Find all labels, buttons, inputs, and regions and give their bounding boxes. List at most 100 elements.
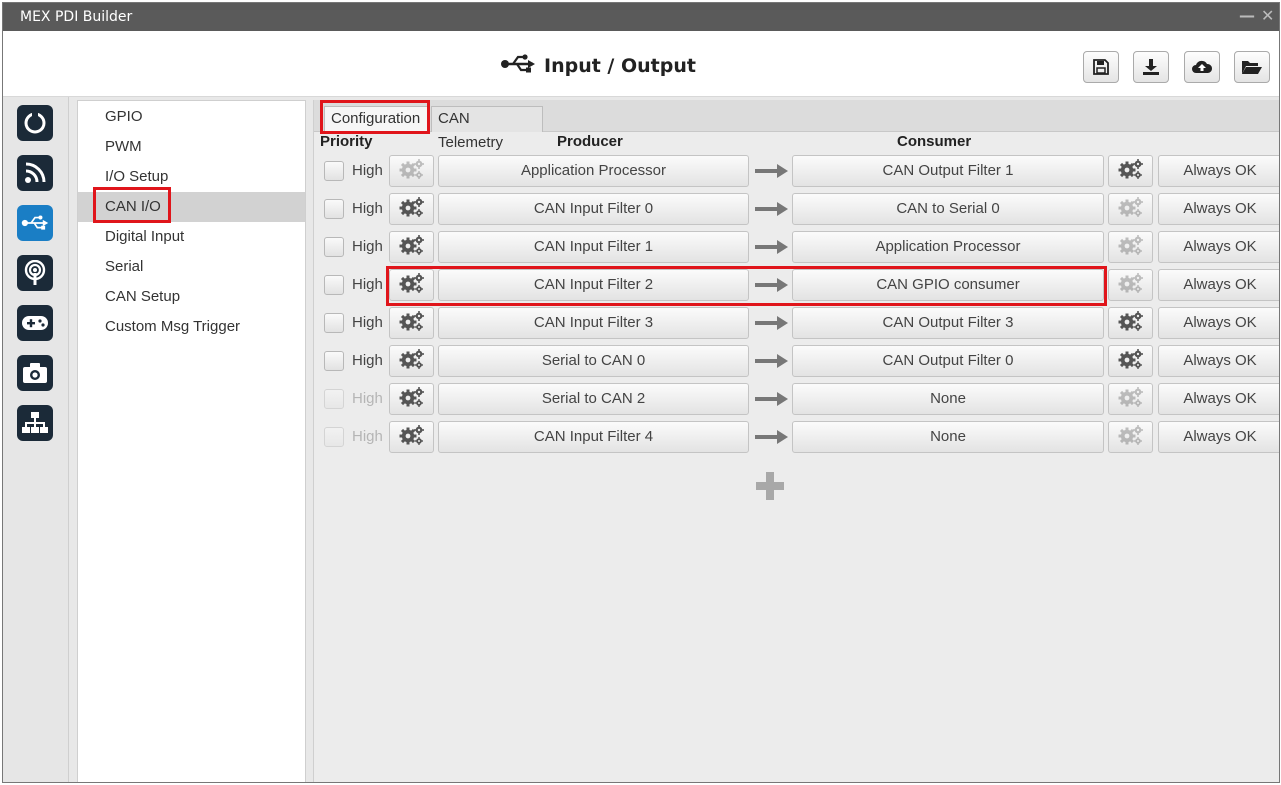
producer-select[interactable]: CAN Input Filter 0 [438,193,749,225]
table-row: High CAN Input Filter 1 Application Proces… [314,231,1279,265]
priority-checkbox[interactable] [324,275,344,295]
status-select[interactable]: Always OK [1158,307,1279,339]
producer-settings-button[interactable] [389,231,434,263]
menu-item-serial[interactable]: Serial [78,252,305,282]
sidebar-network-button[interactable] [17,405,53,441]
menu-item-io-setup[interactable]: I/O Setup [78,162,305,192]
close-button[interactable]: ✕ [1261,6,1274,25]
producer-select[interactable]: Application Processor [438,155,749,187]
status-select[interactable]: Always OK [1158,269,1279,301]
consumer-settings-button[interactable] [1108,421,1153,453]
status-select[interactable]: Always OK [1158,421,1279,453]
usb-icon [500,53,536,79]
status-select[interactable]: Always OK [1158,193,1279,225]
producer-settings-button[interactable] [389,155,434,187]
consumer-select[interactable]: CAN Output Filter 1 [792,155,1104,187]
status-select[interactable]: Always OK [1158,383,1279,415]
sidebar-broadcast-button[interactable] [17,255,53,291]
save-icon [1093,59,1109,75]
consumer-select[interactable]: None [792,383,1104,415]
feed-icon [25,162,46,183]
sidebar-io-button[interactable] [17,205,53,241]
priority-label: High [352,276,383,293]
menu-item-pwm[interactable]: PWM [78,132,305,162]
producer-select[interactable]: CAN Input Filter 4 [438,421,749,453]
minimize-button[interactable]: — [1239,6,1255,25]
tab-can-telemetry[interactable]: CAN Telemetry [431,106,543,151]
tab-bar: Configuration CAN Telemetry [314,100,1279,151]
producer-select[interactable]: CAN Input Filter 3 [438,307,749,339]
consumer-settings-button[interactable] [1108,231,1153,263]
gears-icon [399,272,425,298]
sidebar-camera-button[interactable] [17,355,53,391]
consumer-select[interactable]: CAN GPIO consumer [792,269,1104,301]
priority-checkbox[interactable] [324,351,344,371]
status-select[interactable]: Always OK [1158,155,1279,187]
consumer-settings-button[interactable] [1108,307,1153,339]
consumer-settings-button[interactable] [1108,383,1153,415]
table-row: High CAN Input Filter 0 CAN to Serial 0 Alw… [314,193,1279,227]
priority-checkbox[interactable] [324,237,344,257]
tab-configuration[interactable]: Configuration [324,106,428,132]
priority-label: High [352,352,383,369]
column-header-priority: Priority [320,133,373,150]
gears-icon [399,424,425,450]
app-window: MEX PDI Builder — ✕ Input / Output GPIO … [2,2,1280,783]
gears-icon [399,348,425,374]
consumer-select[interactable]: Application Processor [792,231,1104,263]
add-connection-button[interactable] [754,470,786,502]
consumer-settings-button[interactable] [1108,345,1153,377]
producer-settings-button[interactable] [389,421,434,453]
priority-checkbox[interactable] [324,199,344,219]
sidebar-gamepad-button[interactable] [17,305,53,341]
priority-label: High [352,162,383,179]
column-header-producer: Producer [557,133,623,150]
menu-item-can-setup[interactable]: CAN Setup [78,282,305,312]
consumer-select[interactable]: CAN Output Filter 0 [792,345,1104,377]
producer-select[interactable]: CAN Input Filter 1 [438,231,749,263]
producer-select[interactable]: Serial to CAN 0 [438,345,749,377]
producer-select[interactable]: Serial to CAN 2 [438,383,749,415]
producer-settings-button[interactable] [389,383,434,415]
consumer-settings-button[interactable] [1108,155,1153,187]
sidebar-power-button[interactable] [17,105,53,141]
sub-menu: GPIO PWM I/O Setup CAN I/O Digital Input… [77,100,306,782]
producer-select[interactable]: CAN Input Filter 2 [438,269,749,301]
table-row: High CAN Input Filter 4 None Always OK [314,421,1279,455]
producer-settings-button[interactable] [389,269,434,301]
priority-checkbox[interactable] [324,427,344,447]
menu-item-gpio[interactable]: GPIO [78,102,305,132]
cloud-upload-button[interactable] [1184,51,1220,83]
page-title-text: Input / Output [544,55,696,77]
table-row: High Application Processor CAN Output Filt… [314,155,1279,189]
menu-item-digital-input[interactable]: Digital Input [78,222,305,252]
consumer-select[interactable]: None [792,421,1104,453]
menu-item-can-io[interactable]: CAN I/O [78,192,305,222]
consumer-select[interactable]: CAN to Serial 0 [792,193,1104,225]
consumer-select[interactable]: CAN Output Filter 3 [792,307,1104,339]
column-header-consumer: Consumer [897,133,972,150]
status-select[interactable]: Always OK [1158,231,1279,263]
download-button[interactable] [1133,51,1169,83]
table-row: High Serial to CAN 2 None Always OK [314,383,1279,417]
sidebar-feed-button[interactable] [17,155,53,191]
gears-icon [1118,424,1144,450]
producer-settings-button[interactable] [389,307,434,339]
open-folder-button[interactable] [1234,51,1270,83]
producer-settings-button[interactable] [389,193,434,225]
arrow-right-icon [755,277,789,297]
arrow-right-icon [755,239,789,259]
main-content: Configuration CAN Telemetry Priority Pro… [313,100,1279,782]
save-button[interactable] [1083,51,1119,83]
menu-item-custom-msg-trigger[interactable]: Custom Msg Trigger [78,312,305,342]
priority-checkbox[interactable] [324,389,344,409]
producer-settings-button[interactable] [389,345,434,377]
table-row: High CAN Input Filter 2 CAN GPIO consumer A… [314,269,1279,303]
table-row: High CAN Input Filter 3 CAN Output Filter … [314,307,1279,341]
priority-checkbox[interactable] [324,161,344,181]
consumer-settings-button[interactable] [1108,269,1153,301]
status-select[interactable]: Always OK [1158,345,1279,377]
consumer-settings-button[interactable] [1108,193,1153,225]
priority-checkbox[interactable] [324,313,344,333]
arrow-right-icon [755,315,789,335]
